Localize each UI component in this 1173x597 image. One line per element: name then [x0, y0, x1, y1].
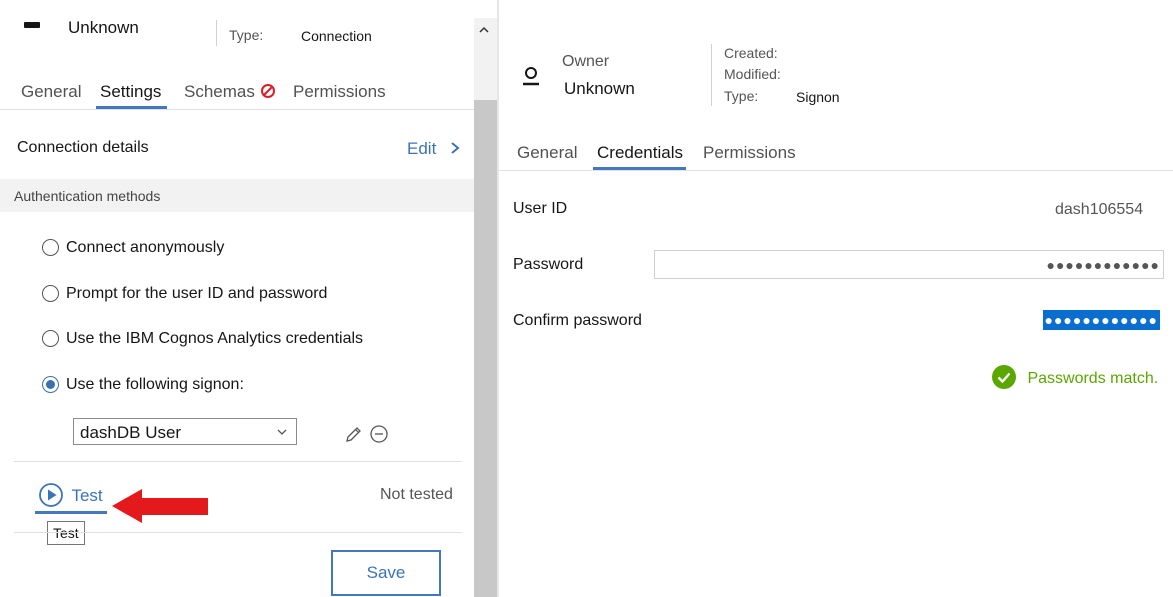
created-label: Created:: [724, 45, 778, 61]
test-status: Not tested: [380, 486, 453, 503]
tabs-divider: [499, 170, 1173, 171]
chevron-right-icon: [451, 142, 460, 154]
radio-button[interactable]: [42, 330, 59, 347]
type-value: Signon: [796, 89, 840, 105]
auth-section-label: Authentication methods: [14, 188, 161, 204]
header-divider: [711, 44, 712, 106]
user-id-value: dash106554: [1055, 201, 1144, 218]
modified-label: Modified:: [724, 66, 781, 82]
owner-label: Owner: [562, 53, 610, 70]
tab-general[interactable]: General: [517, 143, 577, 163]
password-label: Password: [513, 256, 584, 273]
radio-button[interactable]: [42, 239, 59, 256]
signon-properties-panel: Owner Unknown Created: Modified: Type: S…: [499, 0, 1173, 597]
chevron-down-icon: [277, 429, 287, 435]
passwords-match-text: Passwords match.: [1027, 370, 1159, 387]
radio-label: Use the IBM Cognos Analytics credentials: [66, 330, 364, 347]
checkmark-circle-icon: [992, 365, 1016, 389]
edit-label: Edit: [407, 139, 437, 158]
tab-credentials[interactable]: Credentials: [597, 143, 683, 163]
signon-select-value: dashDB User: [80, 423, 182, 442]
test-focus-underline: [35, 511, 107, 514]
radio-button[interactable]: [42, 285, 59, 302]
radio-label: Connect anonymously: [66, 239, 225, 256]
confirm-password-value: ●●●●●●●●●●●●: [1042, 310, 1160, 330]
scroll-up-chevron-icon[interactable]: [478, 24, 490, 36]
tab-schemas[interactable]: Schemas: [184, 82, 276, 102]
edit-connection-link[interactable]: Edit: [407, 139, 461, 159]
type-label: Type:: [229, 27, 264, 43]
save-button[interactable]: Save: [331, 550, 441, 596]
radio-label: Prompt for the user ID and password: [66, 285, 328, 302]
header-divider: [216, 20, 217, 46]
tab-settings[interactable]: Settings: [100, 82, 161, 102]
connection-icon: [24, 22, 40, 28]
remove-signon-minus-circle-icon[interactable]: [369, 424, 389, 444]
signon-select[interactable]: dashDB User: [73, 418, 297, 445]
test-label: Test: [71, 486, 103, 505]
auth-section-header: Authentication methods: [0, 179, 474, 212]
password-value: ●●●●●●●●●●●●: [1046, 257, 1160, 273]
tab-permissions[interactable]: Permissions: [703, 143, 796, 163]
confirm-password-input[interactable]: ●●●●●●●●●●●●: [1034, 306, 1164, 335]
radio-button-selected[interactable]: [42, 376, 59, 393]
tab-general[interactable]: General: [21, 82, 81, 102]
passwords-match-status: Passwords match.: [992, 365, 1158, 389]
test-section-divider: [14, 461, 462, 462]
scrollbar-thumb[interactable]: [474, 100, 497, 597]
radio-label: Use the following signon:: [66, 376, 244, 393]
owner-value: Unknown: [564, 79, 635, 98]
tab-schemas-label: Schemas: [184, 82, 255, 101]
test-connection-button[interactable]: Test: [38, 482, 103, 508]
connection-name: Unknown: [68, 18, 139, 37]
connection-details-label: Connection details: [17, 139, 149, 156]
play-icon: [39, 483, 63, 507]
error-icon: [260, 84, 275, 98]
test-tooltip: Test: [47, 521, 85, 545]
user-icon: [523, 67, 539, 86]
user-id-label: User ID: [513, 200, 568, 217]
tabs-divider: [0, 109, 474, 110]
red-arrow-annotation-icon: [112, 489, 208, 523]
type-label: Type:: [724, 88, 759, 104]
type-value: Connection: [301, 28, 372, 44]
password-input[interactable]: ●●●●●●●●●●●●: [654, 250, 1164, 279]
edit-signon-pencil-icon[interactable]: [344, 424, 364, 444]
tab-permissions[interactable]: Permissions: [293, 82, 386, 102]
footer-divider: [14, 532, 462, 533]
confirm-password-label: Confirm password: [513, 312, 642, 329]
connection-properties-panel: Unknown Type: Connection General Setting…: [0, 0, 497, 597]
